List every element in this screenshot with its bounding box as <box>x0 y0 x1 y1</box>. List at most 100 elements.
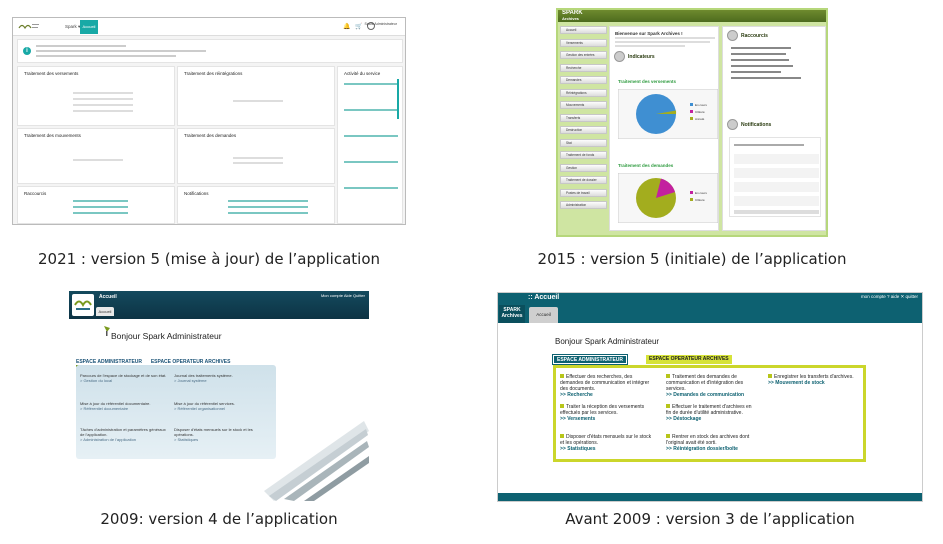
link-gestion-local[interactable]: > Gestion du local <box>80 378 112 383</box>
notifications-icon <box>727 119 738 130</box>
panel-title: Raccourcis <box>24 191 47 196</box>
scrollbar[interactable] <box>397 79 399 119</box>
panel-title: Activité du service <box>344 71 381 76</box>
panel-notifications: Notifications <box>177 186 335 224</box>
tab-accueil[interactable]: Accueil <box>529 307 558 323</box>
screenshot-avant-2009: SPARK Archives :: Accueil Accueil mon co… <box>497 292 923 502</box>
item-mouvement: Enregistrer les transferts d'archives. >>… <box>768 374 854 386</box>
item-statistiques: Disposer d'états mensuels sur le stock e… <box>560 434 652 452</box>
top-links[interactable]: Mon compte Aide Quitter <box>321 293 365 298</box>
sidebar-item[interactable]: Versements <box>560 38 607 47</box>
operator-content: Effectuer des recherches, des demandes d… <box>553 365 866 462</box>
admin-content: Parcours de l'espace de stockage et de s… <box>76 365 276 459</box>
bell-icon[interactable]: 🔔 <box>343 23 350 30</box>
nav-tab-accueil[interactable]: Accueil <box>80 20 98 34</box>
panel-versements: Traitement des versements <box>17 66 175 126</box>
link-destockage[interactable]: >> Déstockage <box>666 416 701 422</box>
paper-stack-illustration <box>264 421 369 501</box>
header-band: SPARK Archives :: Accueil Accueil mon co… <box>498 293 922 323</box>
header-title: Accueil <box>99 294 117 300</box>
item-versements: Traiter la réception des versements effe… <box>560 404 645 422</box>
greeting: Bonjour Spark Administrateur <box>555 337 660 346</box>
sidebar-menu: Accueil Versements Gestion des entrées Rech… <box>560 26 607 216</box>
nav-tab-spark[interactable]: Spark ▾ <box>65 24 80 30</box>
sidebar-item[interactable]: Gestion des entrées <box>560 51 607 59</box>
link-statistiques[interactable]: > Statistiques <box>174 437 198 442</box>
screenshot-2015: SPARK Archives Accueil Versements Gestion d… <box>556 8 828 237</box>
spark-logo: SPARK Archives <box>562 10 583 21</box>
item-journal-systeme: Journal des traitements système. > Journa… <box>174 373 233 383</box>
item-referentiel-services: Mise à jour du référentiel services. > Ré… <box>174 401 235 411</box>
link-versements[interactable]: >> Versements <box>560 416 595 422</box>
legend-2: Clôturé <box>695 198 705 202</box>
panel-title: Traitement des mouvements <box>24 133 81 138</box>
side-panel: Raccourcis Notifications <box>722 26 826 231</box>
sidebar-item[interactable]: Postes de travail <box>560 188 607 197</box>
screenshot-2009: Accueil Accueil Mon compte Aide Quitter … <box>69 291 369 501</box>
tab-espace-operateur[interactable]: ESPACE OPERATEUR ARCHIVES <box>646 355 732 364</box>
sidebar-item[interactable]: Transferts <box>560 113 607 122</box>
item-destockage: Effectuer le traitement d'archives en fi… <box>666 404 752 422</box>
indicateurs-title: Indicateurs <box>628 54 655 60</box>
link-referentiel-doc[interactable]: > Référentiel documentaire <box>80 406 128 411</box>
sidebar-item[interactable]: Demandes <box>560 76 607 84</box>
panel-mouvements: Traitement des mouvements <box>17 128 175 184</box>
sidebar-item[interactable]: Mouvements <box>560 101 607 109</box>
item-demandes: Traitement des demandes de communication… <box>666 374 745 398</box>
caption-2015: 2015 : version 5 (initiale) de l’applica… <box>537 250 847 268</box>
sidebar-item[interactable]: Administration <box>560 201 607 209</box>
link-recherche[interactable]: >> Recherche <box>560 392 593 398</box>
main-panel: Bienvenue sur Spark Archives ! Indicateu… <box>609 26 719 231</box>
raccourcis-title: Raccourcis <box>741 33 768 39</box>
sidebar-item[interactable]: Gestion <box>560 163 607 172</box>
legend-1: En cours <box>695 191 707 195</box>
panel-reintegrations: Traitement des réintégrations <box>177 66 335 126</box>
notifications-title: Notifications <box>741 122 772 128</box>
sidebar-item[interactable]: Recherche <box>560 63 607 72</box>
cart-icon[interactable]: 🛒 <box>355 23 362 30</box>
item-administration: Tâches d'administration et paramètres gé… <box>80 427 166 442</box>
top-bar: SPARK Archives <box>558 10 826 22</box>
link-statistiques[interactable]: >> Statistiques <box>560 446 596 452</box>
panel-title: Notifications <box>184 191 209 196</box>
sidebar-item[interactable]: Réintégrations <box>560 88 607 97</box>
chart1-title: Traitement des versements <box>618 79 677 84</box>
link-reintegration[interactable]: >> Réintégration dossier/boîte <box>666 446 738 452</box>
info-banner: i <box>17 39 403 63</box>
panel-raccourcis: Raccourcis <box>17 186 175 224</box>
legend-3: Annulé <box>695 117 705 121</box>
spark-logo <box>72 294 94 316</box>
link-administration[interactable]: > Administration de l'application <box>80 437 136 442</box>
sidebar-item[interactable]: Accueil <box>560 26 607 34</box>
indicateurs-icon <box>614 51 625 62</box>
caption-2021: 2021 : version 5 (mise à jour) de l’appl… <box>37 250 381 268</box>
info-icon: i <box>23 47 31 55</box>
link-referentiel-services[interactable]: > Référentiel organisationnel <box>174 406 225 411</box>
sidebar-item[interactable]: Traitement de dossier <box>560 176 607 184</box>
tab-accueil[interactable]: Accueil <box>96 307 114 316</box>
top-links[interactable]: mon compte ? aide ✕ quitter <box>861 294 918 300</box>
item-recherche: Effectuer des recherches, des demandes d… <box>560 374 650 398</box>
user-name: Spark Administrateur <box>364 22 398 26</box>
panel-title: Traitement des versements <box>24 71 79 76</box>
tab-espace-admin[interactable]: ESPACE ADMINISTRATEUR <box>551 354 629 365</box>
footer-band <box>498 493 922 501</box>
welcome-title: Bienvenue sur Spark Archives ! <box>615 31 683 36</box>
link-demandes[interactable]: >> Demandes de communication <box>666 392 744 398</box>
raccourcis-icon <box>727 30 738 41</box>
item-referentiel-doc: Mise à jour du référentiel documentaire.… <box>80 401 151 411</box>
top-bar: Spark ▾ Accueil 🔔 🛒 Spark Administrateur <box>13 18 405 36</box>
legend-1: En cours <box>695 103 707 107</box>
header-band: Accueil Accueil Mon compte Aide Quitter <box>69 291 369 319</box>
sidebar-item[interactable]: Destruction <box>560 126 607 134</box>
pie-chart-demandes: En cours Clôturé <box>618 173 718 223</box>
sidebar-item[interactable]: Stat <box>560 138 607 147</box>
caption-2009: 2009: version 4 de l’application <box>100 510 338 528</box>
panel-demandes: Traitement des demandes <box>177 128 335 184</box>
pie-chart-versements: En cours Clôturé Annulé <box>618 89 718 139</box>
link-journal-systeme[interactable]: > Journal système <box>174 378 207 383</box>
sidebar-item[interactable]: Traitement de fonds <box>560 151 607 159</box>
panel-title: Traitement des réintégrations <box>184 71 243 76</box>
link-mouvement[interactable]: >> Mouvement de stock <box>768 380 825 386</box>
legend-2: Clôturé <box>695 110 705 114</box>
